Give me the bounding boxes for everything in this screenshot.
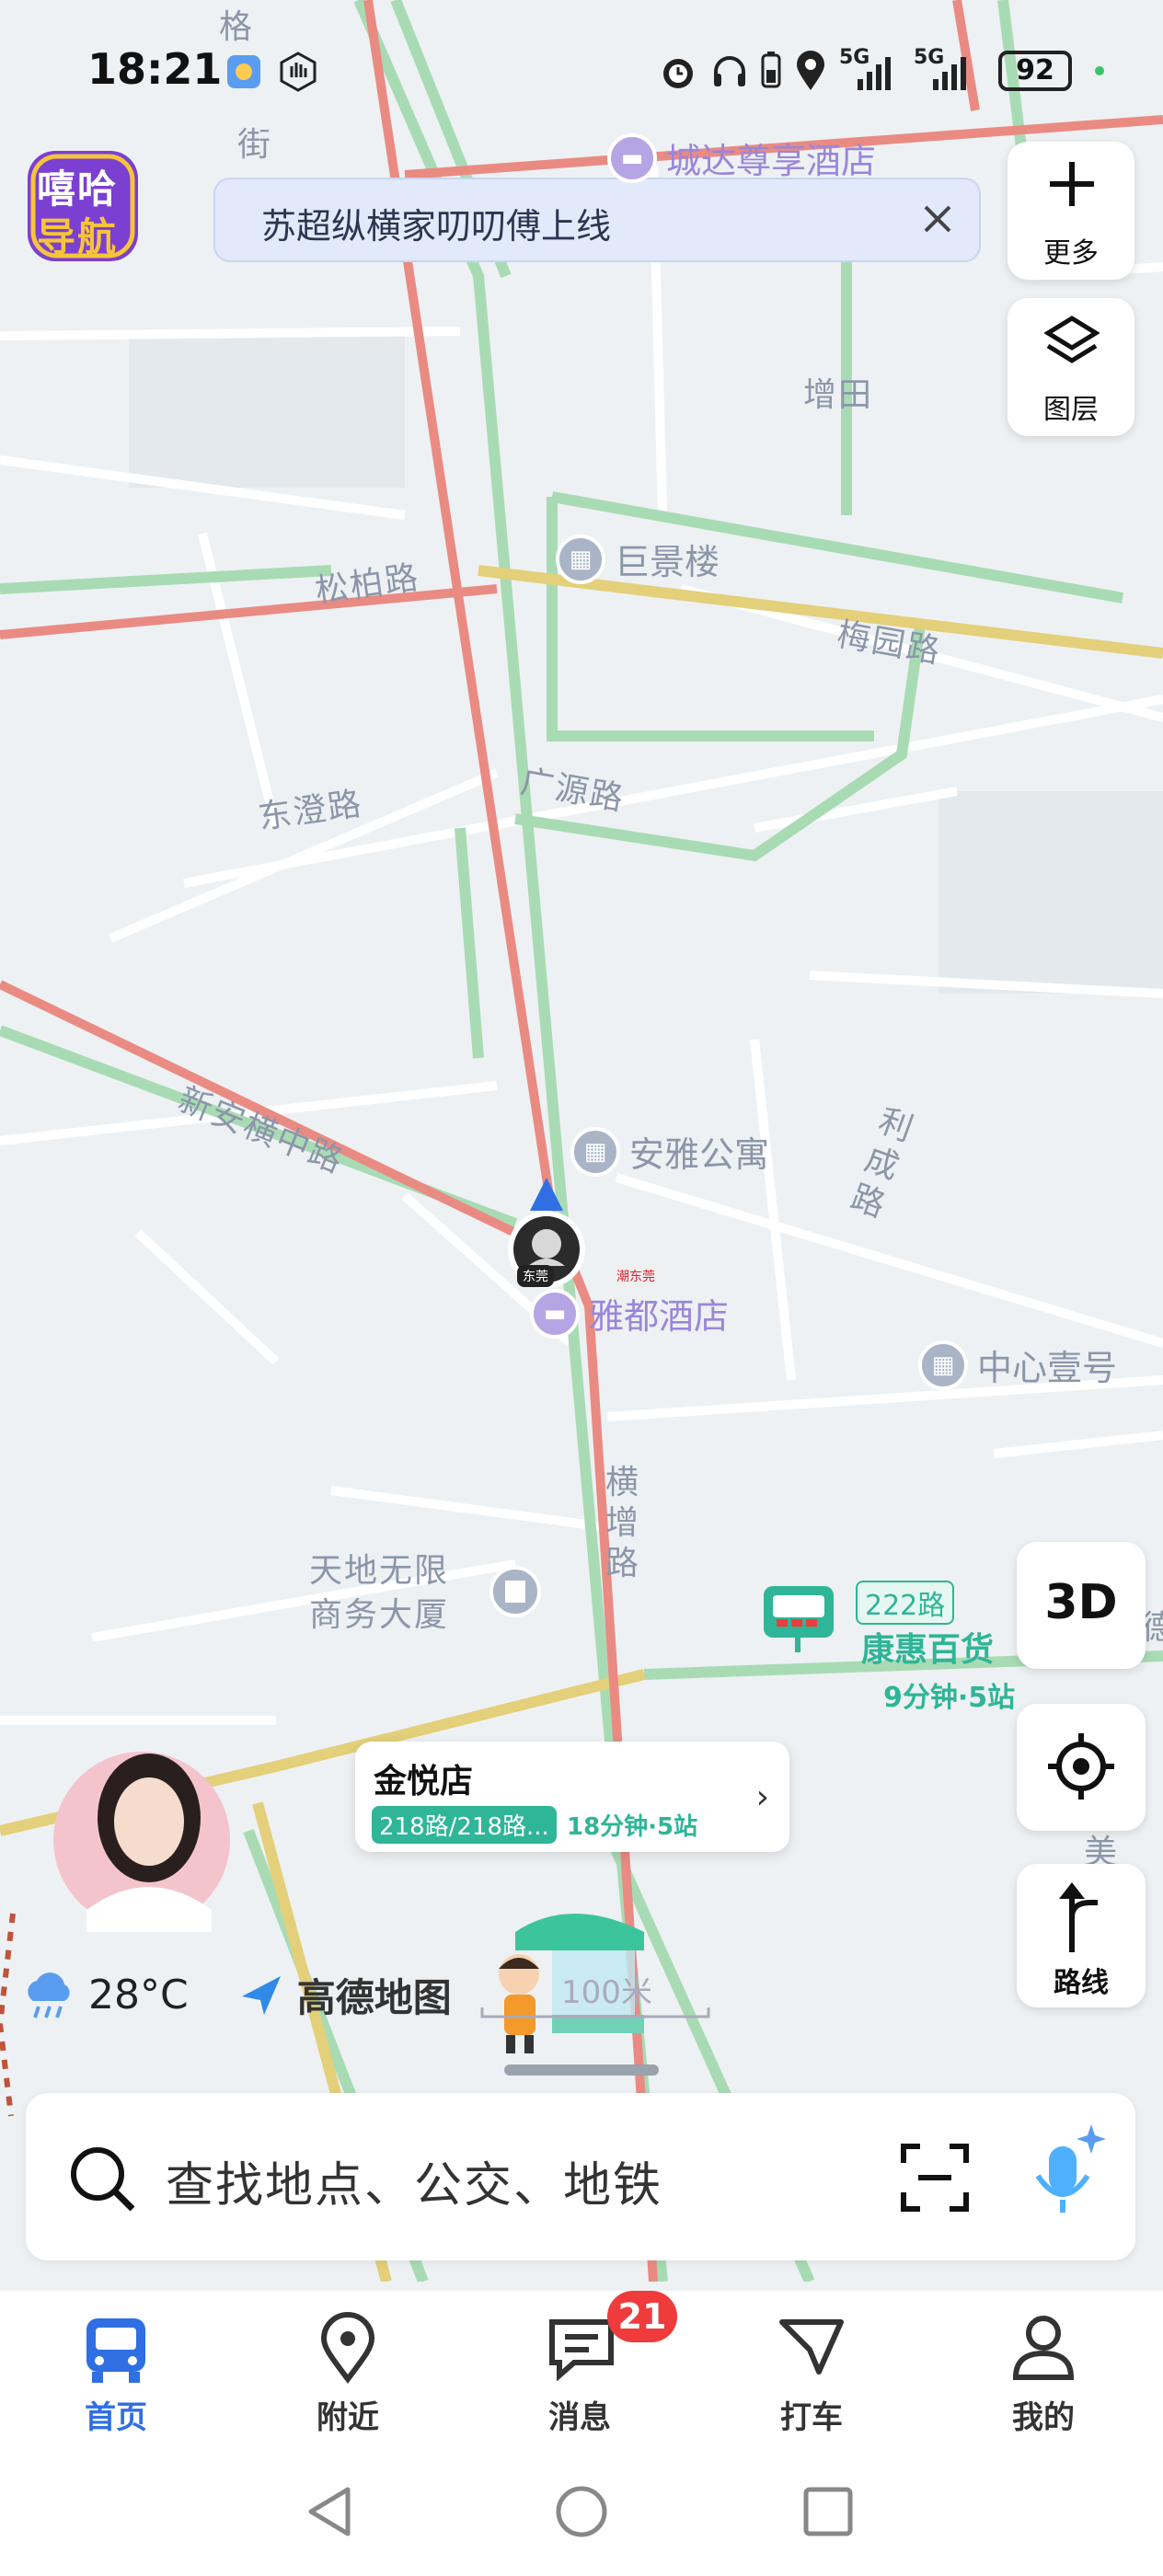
charging-dot — [1095, 66, 1104, 75]
map-scale-bar — [480, 2007, 710, 2018]
locate-me-button[interactable] — [1017, 1704, 1146, 1831]
layers-label: 图层 — [1043, 394, 1099, 426]
tab-label: 我的 — [1012, 2399, 1075, 2436]
voice-mic-icon[interactable] — [1018, 2121, 1110, 2222]
tab-taxi[interactable]: 打车 — [729, 2291, 894, 2447]
stop-card-title: 金悦店 — [374, 1763, 474, 1800]
tab-home[interactable]: 首页 — [33, 2291, 199, 2447]
poi-name: 城达尊享酒店 — [666, 141, 877, 181]
bus-stop-name: 康惠百货 — [861, 1631, 995, 1669]
home-icon[interactable] — [554, 2484, 609, 2539]
bus-stop-marker[interactable] — [760, 1573, 843, 1656]
tab-label: 首页 — [85, 2399, 147, 2436]
building-label: 商务大厦 — [309, 1596, 450, 1634]
message-icon — [549, 2319, 614, 2381]
more-label: 更多 — [1043, 237, 1099, 270]
location-pin-icon — [320, 2312, 375, 2384]
3d-toggle-button[interactable]: 3D — [1017, 1542, 1146, 1669]
more-button[interactable]: 更多 — [1008, 142, 1134, 280]
bus-stop-icon — [764, 1586, 834, 1652]
stop-card-eta: 18分钟·5站 — [567, 1813, 698, 1841]
search-icon — [71, 2147, 135, 2212]
bottom-tab-bar: 首页 附近 消息 打车 我的 — [0, 2291, 1163, 2447]
poi-name: 巨景楼 — [615, 542, 720, 582]
search-placeholder: 查找地点、公交、地铁 — [166, 2158, 663, 2214]
signal-icon-1 — [858, 57, 891, 90]
weather-status-icon — [227, 55, 260, 88]
system-navigation-bar — [0, 2447, 1163, 2576]
poi-building[interactable]: ▦ 中心壹号 — [918, 1340, 1117, 1390]
tab-label: 附近 — [317, 2399, 379, 2436]
battery-level: 92 — [998, 51, 1072, 91]
app-logo[interactable]: 嘻哈 导航 — [24, 147, 142, 265]
person-icon — [1012, 2316, 1075, 2380]
sheet-drag-handle[interactable] — [504, 2064, 659, 2076]
building-icon: ▦ — [918, 1340, 968, 1390]
battery-small-icon — [761, 52, 781, 88]
layers-button[interactable]: 图层 — [1008, 298, 1134, 436]
tab-nearby[interactable]: 附近 — [265, 2291, 431, 2447]
close-icon[interactable] — [915, 196, 961, 242]
location-tag: 东莞 — [517, 1265, 554, 1287]
chevron-right-icon: › — [755, 1778, 769, 1816]
avatar[interactable] — [50, 1726, 234, 1932]
poi-name: 雅都酒店 — [589, 1296, 730, 1337]
status-bar: 18:21 5G 5G 92 — [0, 0, 1163, 138]
nearby-stop-card[interactable]: 金悦店 218路/218路... 18分钟·5站 › — [355, 1742, 789, 1852]
notice-banner[interactable]: 苏超纵横家叨叨傅上线 — [213, 178, 981, 262]
bus-route-tag: 222路 — [856, 1581, 955, 1625]
street-label: 横增路 — [605, 1464, 641, 1582]
street-label: 街 — [237, 126, 273, 164]
bus-stop-eta: 9分钟·5站 — [883, 1682, 1016, 1714]
back-icon[interactable] — [304, 2484, 355, 2539]
alarm-icon — [663, 59, 693, 88]
poi-building[interactable]: ▦ 安雅公寓 — [570, 1126, 769, 1177]
poi-name: 安雅公寓 — [629, 1134, 770, 1175]
street-label: 格 — [219, 8, 255, 46]
rain-cloud-icon — [28, 1972, 70, 2018]
recents-icon[interactable] — [802, 2486, 854, 2537]
logo-text-2: 导航 — [37, 214, 119, 259]
building-poi-icon — [489, 1566, 541, 1617]
crosshair-icon — [1048, 1733, 1114, 1800]
scan-icon[interactable] — [898, 2141, 972, 2214]
location-status-icon — [797, 51, 824, 90]
signal-icon-2 — [933, 57, 966, 90]
turn-arrow-icon — [1059, 1882, 1098, 1952]
building-label: 天地无限 — [309, 1552, 450, 1590]
tab-profile[interactable]: 我的 — [961, 2291, 1126, 2447]
poi-name: 中心壹号 — [977, 1348, 1118, 1388]
search-bar[interactable]: 查找地点、公交、地铁 — [26, 2093, 1135, 2260]
weather-widget[interactable]: 28°C 高德地图 — [20, 1967, 452, 2023]
location-tag: 潮东莞 — [611, 1265, 661, 1287]
poi-hotel[interactable]: ▬ 城达尊享酒店 — [607, 132, 876, 183]
notice-text: 苏超纵横家叨叨傅上线 — [261, 206, 612, 247]
status-time: 18:21 — [87, 44, 223, 94]
plus-icon — [1050, 162, 1094, 206]
stop-card-routes: 218路/218路... — [372, 1806, 557, 1844]
avatar-portrait-icon — [53, 1752, 230, 1932]
message-count-badge: 21 — [607, 2291, 677, 2342]
building-icon: ▦ — [570, 1126, 620, 1177]
building-icon: ▦ — [556, 534, 605, 584]
tab-label: 打车 — [780, 2399, 843, 2436]
route-label: 路线 — [1054, 1967, 1109, 1999]
taxi-icon — [779, 2319, 844, 2375]
brand-name: 高德地图 — [296, 1975, 452, 2020]
3d-label: 3D — [1044, 1575, 1118, 1630]
route-button[interactable]: 路线 — [1017, 1864, 1146, 2007]
hotel-icon: ▬ — [530, 1288, 580, 1339]
amap-logo-icon — [241, 1975, 281, 2015]
area-label: 增田 — [803, 376, 874, 414]
hotel-icon: ▬ — [607, 132, 657, 183]
temperature: 28°C — [88, 1972, 189, 2018]
bus-icon — [86, 2318, 145, 2383]
hand-gesture-icon — [280, 52, 317, 92]
layers-icon — [1044, 316, 1100, 363]
poi-hotel[interactable]: ▬ 雅都酒店 — [530, 1288, 729, 1339]
poi-building[interactable]: ▦ 巨景楼 — [556, 534, 720, 584]
tab-label: 消息 — [548, 2399, 611, 2436]
headphones-icon — [714, 56, 745, 86]
